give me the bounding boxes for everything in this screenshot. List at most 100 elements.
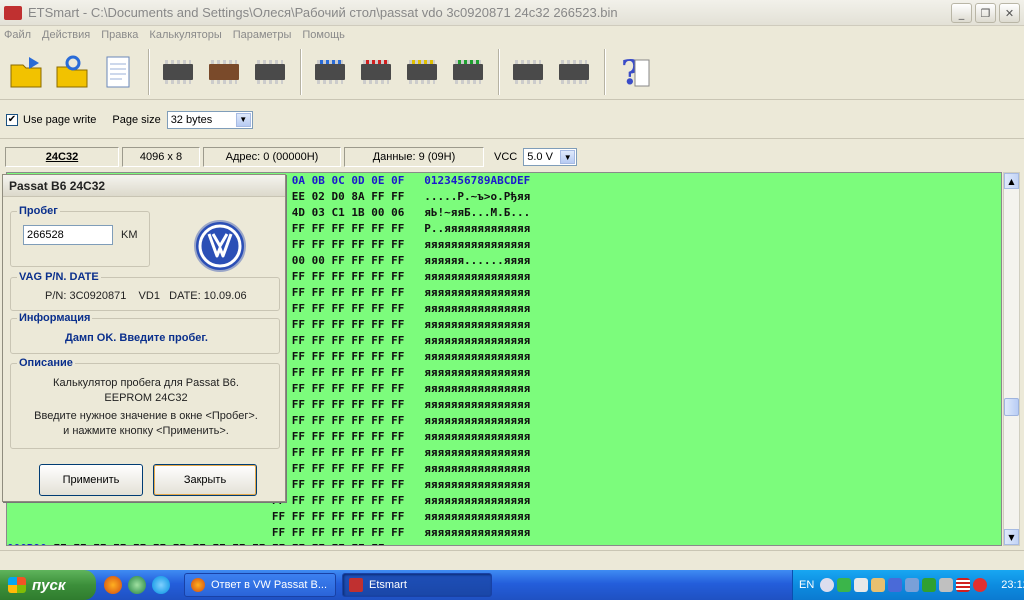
tray-bluetooth-icon[interactable] — [888, 578, 903, 592]
chip-write-button[interactable] — [202, 49, 246, 95]
mileage-group: Пробег KM — [10, 205, 150, 267]
dialog-close-button[interactable]: Закрыть — [153, 464, 257, 496]
save-button[interactable] — [50, 49, 94, 95]
page-size-select[interactable]: 32 bytes ▼ — [166, 110, 253, 129]
start-button[interactable]: пуск — [0, 570, 96, 600]
hex-scrollbar[interactable]: ▲ ▼ — [1003, 172, 1020, 546]
hex-row[interactable]: 000B90 FF FF FF FF FF FF FF FF FF FF FF … — [7, 541, 1001, 545]
hex-row-bytes: FF FF FF FF FF FF FF — [271, 414, 405, 427]
menu-bar: Файл Действия Правка Калькуляторы Параме… — [0, 26, 1024, 44]
language-indicator[interactable]: EN — [799, 579, 814, 591]
chip-info-icon — [559, 59, 589, 84]
tray-pen-icon[interactable] — [854, 578, 869, 592]
document-button[interactable] — [96, 49, 140, 95]
info-text: Дамп OK. Введите пробег. — [65, 332, 208, 344]
chip-info-button[interactable] — [552, 49, 596, 95]
chip-scan-button[interactable] — [446, 49, 490, 95]
tray-gear-icon[interactable] — [871, 578, 886, 592]
hex-row-bytes: FF FF FF FF FF FF FF — [271, 222, 405, 235]
chip-config-icon — [407, 59, 437, 84]
tray-record-icon[interactable] — [973, 578, 988, 592]
chip-tool-button[interactable] — [248, 49, 292, 95]
tray-shield-icon[interactable] — [837, 578, 852, 592]
chip-read-button[interactable] — [308, 49, 352, 95]
use-page-write-checkbox[interactable]: ✔ — [6, 113, 18, 126]
hex-row-ascii: яяяяяяяяяяяяяяяя — [424, 318, 531, 331]
chip-check-icon — [163, 59, 193, 84]
window-title: ETSmart - C:\Documents and Settings\Олес… — [28, 5, 618, 20]
hex-row-ascii: яяяяяяяяяяяяяяяя — [424, 302, 531, 315]
tray-network-icon[interactable] — [905, 578, 920, 592]
mileage-unit: KM — [121, 229, 138, 241]
chip-config-button[interactable] — [400, 49, 444, 95]
hex-row-bytes: FF FF FF FF FF FF FF — [271, 334, 405, 347]
hex-row-ascii: яяяяяяяяяяяяяяяя — [424, 414, 531, 427]
chip-scan-icon — [453, 59, 483, 84]
hex-row-bytes: FF FF FF FF FF FF FF — [271, 302, 405, 315]
hex-row-bytes: FF FF FF FF FF FF FF — [271, 446, 405, 459]
hex-row-bytes: FF FF FF FF FF FF FF — [271, 478, 405, 491]
close-button[interactable]: ✕ — [999, 3, 1020, 23]
hex-row-bytes: FF FF FF FF FF FF FF — [271, 318, 405, 331]
maximize-button[interactable]: ❐ — [975, 3, 996, 23]
hex-row-ascii: яяяяяяяяяяяяяяяя — [424, 430, 531, 443]
minimize-button[interactable]: _ — [951, 3, 972, 23]
dialog-title: Passat B6 24C32 — [3, 175, 285, 197]
chip-write-icon — [209, 59, 239, 84]
hex-row-ascii: .....Р.~ъ>о.Рђяя — [424, 190, 531, 203]
status-strip — [0, 550, 1024, 570]
tray-flag-icon[interactable] — [956, 578, 971, 592]
menu-help[interactable]: Помощь — [302, 29, 345, 41]
document-icon — [106, 56, 130, 87]
firefox-icon[interactable] — [104, 576, 122, 594]
vcc-value: 5.0 V — [527, 151, 553, 163]
chip-erase-button[interactable] — [354, 49, 398, 95]
menu-actions[interactable]: Действия — [42, 29, 90, 41]
taskbar-item-etsmart[interactable]: Etsmart — [342, 573, 492, 597]
open-button[interactable] — [4, 49, 48, 95]
taskbar-item-browser[interactable]: Ответ в VW Passat B... — [184, 573, 336, 597]
apply-button[interactable]: Применить — [39, 464, 143, 496]
hex-row-bytes: FF FF FF FF FF FF FF — [271, 238, 405, 251]
data-panel: Данные: 9 (09H) — [344, 147, 484, 167]
toolbar: ? — [0, 44, 1024, 100]
hex-row-bytes: FF FF FF FF FF FF FF — [271, 430, 405, 443]
firefox-icon — [191, 578, 205, 592]
toolbar-separator — [148, 48, 150, 95]
toolbar-separator — [604, 48, 606, 95]
skype-icon[interactable] — [152, 576, 170, 594]
hex-row-address: 000B90 — [7, 542, 47, 545]
menu-file[interactable]: Файл — [4, 29, 31, 41]
menu-calculators[interactable]: Калькуляторы — [149, 29, 221, 41]
help-button[interactable]: ? — [612, 49, 656, 95]
scroll-thumb[interactable] — [1004, 398, 1019, 416]
hex-row[interactable]: FF FF FF FF FF FF FF яяяяяяяяяяяяяяяя — [7, 509, 1001, 525]
chip-cut-button[interactable] — [506, 49, 550, 95]
mileage-input[interactable] — [23, 225, 113, 245]
vcc-label: VCC — [494, 151, 518, 163]
hex-row[interactable]: FF FF FF FF FF FF FF яяяяяяяяяяяяяяяя — [7, 525, 1001, 541]
scroll-up-icon[interactable]: ▲ — [1004, 173, 1019, 189]
tray-antivirus-icon[interactable] — [922, 578, 937, 592]
media-player-icon[interactable] — [128, 576, 146, 594]
vag-caption: VAG P/N. DATE — [17, 271, 101, 283]
page-size-value: 32 bytes — [170, 113, 213, 126]
chevron-down-icon: ▼ — [560, 150, 576, 164]
hex-row-ascii: яяяяяяяяяяяяяяяя — [424, 350, 531, 363]
system-tray: EN 23:12 — [792, 570, 1024, 600]
window-controls: _ ❐ ✕ — [951, 3, 1020, 23]
chip-check-button[interactable] — [156, 49, 200, 95]
hex-row-ascii: яЬ!~яяБ...М.Б... — [424, 206, 531, 219]
hex-row-bytes: FF FF FF FF FF FF FF — [271, 510, 405, 523]
hex-row-ascii: яяяяяяяяяяяяяяяя — [424, 478, 531, 491]
tray-back-icon[interactable] — [820, 578, 835, 592]
scroll-down-icon[interactable]: ▼ — [1004, 529, 1019, 545]
mileage-caption: Пробег — [17, 205, 60, 217]
hex-row-ascii: яяяяяяяяяяяяяяяя — [404, 542, 510, 545]
menu-settings[interactable]: Параметры — [233, 29, 292, 41]
tray-volume-icon[interactable] — [939, 578, 954, 592]
hex-row-ascii: Р..яяяяяяяяяяяяя — [424, 222, 531, 235]
menu-edit[interactable]: Правка — [101, 29, 138, 41]
quick-launch — [104, 576, 170, 594]
vcc-select[interactable]: 5.0 V ▼ — [523, 148, 578, 166]
